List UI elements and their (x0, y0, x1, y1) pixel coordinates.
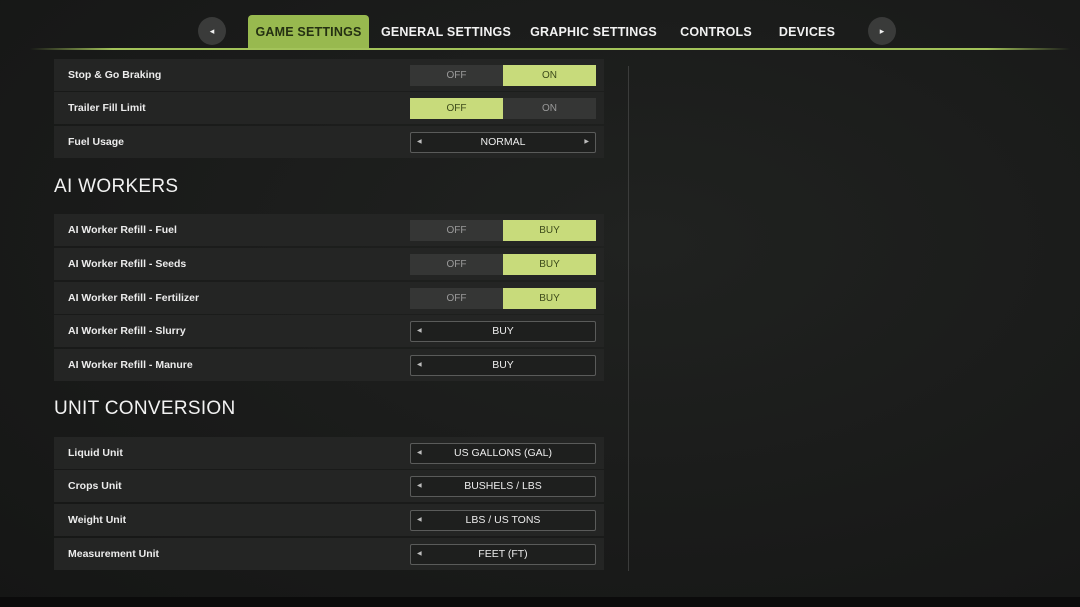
setting-row-ai-refill-manure: AI Worker Refill - Manure ◀ BUY (54, 349, 604, 381)
setting-label: AI Worker Refill - Seeds (68, 258, 187, 270)
selector-value: FEET (FT) (478, 548, 528, 560)
setting-label: Weight Unit (68, 514, 127, 526)
trailer-fill-limit-toggle[interactable]: OFF ON (410, 98, 596, 119)
triangle-right-icon: ▸ (879, 25, 885, 36)
setting-row-ai-refill-fertilizer: AI Worker Refill - Fertilizer OFF BUY (54, 282, 604, 314)
setting-label: Stop & Go Braking (68, 69, 162, 81)
next-tab-button[interactable]: ▸ (868, 17, 896, 45)
tab-general-settings[interactable]: GENERAL SETTINGS (380, 15, 512, 48)
weight-unit-selector[interactable]: ◀ LBS / US TONS (410, 510, 596, 531)
selector-value: BUY (492, 325, 514, 337)
toggle-option-off[interactable]: OFF (410, 65, 503, 86)
ai-refill-fuel-toggle[interactable]: OFF BUY (410, 220, 596, 241)
setting-row-trailer-fill-limit: Trailer Fill Limit OFF ON (54, 92, 604, 124)
selector-value: BUSHELS / LBS (464, 480, 542, 492)
setting-row-crops-unit: Crops Unit ◀ BUSHELS / LBS (54, 470, 604, 502)
toggle-option-on[interactable]: ON (503, 98, 596, 119)
setting-label: AI Worker Refill - Manure (68, 359, 193, 371)
tab-underline-divider (30, 48, 1070, 50)
panel-divider (628, 66, 629, 571)
setting-row-fuel-usage: Fuel Usage ◀ NORMAL ▶ (54, 126, 604, 158)
setting-row-ai-refill-slurry: AI Worker Refill - Slurry ◀ BUY (54, 315, 604, 347)
selector-value: BUY (492, 359, 514, 371)
triangle-left-icon: ◂ (209, 25, 215, 36)
section-heading-unit-conversion: UNIT CONVERSION (54, 398, 236, 419)
setting-label: Measurement Unit (68, 548, 160, 560)
toggle-option-off[interactable]: OFF (410, 98, 503, 119)
ai-refill-fertilizer-toggle[interactable]: OFF BUY (410, 288, 596, 309)
setting-row-weight-unit: Weight Unit ◀ LBS / US TONS (54, 504, 604, 536)
triangle-right-icon[interactable]: ▶ (584, 133, 589, 152)
setting-label: Liquid Unit (68, 447, 123, 459)
toggle-option-buy[interactable]: BUY (503, 220, 596, 241)
toggle-option-off[interactable]: OFF (410, 220, 503, 241)
tab-devices[interactable]: DEVICES (772, 15, 842, 48)
setting-label: Trailer Fill Limit (68, 102, 146, 114)
setting-row-liquid-unit: Liquid Unit ◀ US GALLONS (GAL) (54, 437, 604, 469)
setting-label: AI Worker Refill - Fertilizer (68, 292, 200, 304)
section-heading-ai-workers: AI WORKERS (54, 176, 179, 197)
setting-row-ai-refill-fuel: AI Worker Refill - Fuel OFF BUY (54, 214, 604, 246)
toggle-option-buy[interactable]: BUY (503, 288, 596, 309)
prev-tab-button[interactable]: ◂ (198, 17, 226, 45)
setting-label: Crops Unit (68, 480, 122, 492)
tab-graphic-settings[interactable]: GRAPHIC SETTINGS (528, 15, 659, 48)
setting-label: AI Worker Refill - Slurry (68, 325, 186, 337)
setting-label: AI Worker Refill - Fuel (68, 224, 177, 236)
ai-refill-slurry-selector[interactable]: ◀ BUY (410, 321, 596, 342)
ai-refill-manure-selector[interactable]: ◀ BUY (410, 355, 596, 376)
measurement-unit-selector[interactable]: ◀ FEET (FT) (410, 544, 596, 565)
selector-value: US GALLONS (GAL) (453, 447, 553, 459)
setting-row-ai-refill-seeds: AI Worker Refill - Seeds OFF BUY (54, 248, 604, 280)
bottom-bar (0, 597, 1080, 607)
setting-label: Fuel Usage (68, 136, 125, 148)
ai-refill-seeds-toggle[interactable]: OFF BUY (410, 254, 596, 275)
toggle-option-off[interactable]: OFF (410, 288, 503, 309)
toggle-option-on[interactable]: ON (503, 65, 596, 86)
toggle-option-buy[interactable]: BUY (503, 254, 596, 275)
toggle-option-off[interactable]: OFF (410, 254, 503, 275)
liquid-unit-selector[interactable]: ◀ US GALLONS (GAL) (410, 443, 596, 464)
top-navigation-bar: ◂ GAME SETTINGS GENERAL SETTINGS GRAPHIC… (0, 0, 1080, 50)
setting-row-measurement-unit: Measurement Unit ◀ FEET (FT) (54, 538, 604, 570)
crops-unit-selector[interactable]: ◀ BUSHELS / LBS (410, 476, 596, 497)
setting-row-stop-go-braking: Stop & Go Braking OFF ON (54, 59, 604, 91)
stop-go-braking-toggle[interactable]: OFF ON (410, 65, 596, 86)
tab-game-settings[interactable]: GAME SETTINGS (248, 15, 369, 48)
selector-value: NORMAL (480, 136, 526, 148)
tab-controls[interactable]: CONTROLS (675, 15, 757, 48)
selector-value: LBS / US TONS (465, 514, 541, 526)
fuel-usage-selector[interactable]: ◀ NORMAL ▶ (410, 132, 596, 153)
